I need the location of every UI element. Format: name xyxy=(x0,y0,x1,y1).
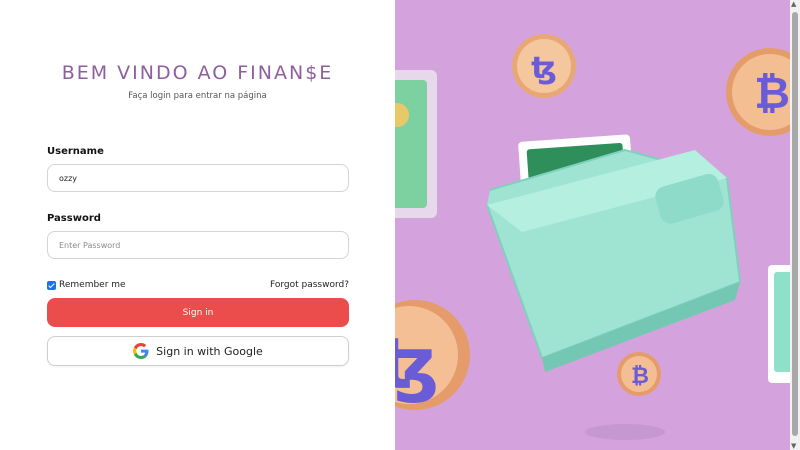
svg-text:₿: ₿ xyxy=(754,68,790,119)
password-input[interactable] xyxy=(47,231,349,259)
scrollbar-thumb[interactable] xyxy=(792,12,798,436)
card-right-icon xyxy=(768,265,790,383)
remember-me[interactable]: Remember me xyxy=(47,280,126,290)
google-icon xyxy=(133,343,149,359)
coin-tezos-top-icon: ꜩ xyxy=(512,34,576,98)
google-sign-in-label: Sign in with Google xyxy=(156,344,263,358)
username-input[interactable] xyxy=(47,164,349,192)
forgot-password-link[interactable]: Forgot password? xyxy=(270,280,349,290)
coin-tezos-bottom-icon: ꜩ xyxy=(395,300,470,410)
remember-checkbox[interactable] xyxy=(47,280,56,290)
password-label: Password xyxy=(47,213,101,224)
svg-text:₿: ₿ xyxy=(631,364,649,389)
scroll-up-icon[interactable]: ▲ xyxy=(791,0,796,8)
sign-in-button[interactable]: Sign in xyxy=(47,298,349,327)
login-panel: BEM VINDO AO FINAN$E Faça login para ent… xyxy=(0,0,395,450)
remember-label: Remember me xyxy=(59,280,126,290)
scroll-down-icon[interactable]: ▼ xyxy=(791,442,796,450)
wallet-crypto-illustration: ꜩ ₿ ꜩ ₿ xyxy=(395,34,790,440)
username-label: Username xyxy=(47,146,104,157)
wallet-icon xyxy=(486,134,742,372)
svg-text:ꜩ: ꜩ xyxy=(531,51,557,86)
page-subtitle: Faça login para entrar na página xyxy=(128,91,267,101)
page-title: BEM VINDO AO FINAN$E xyxy=(61,62,334,84)
hero-illustration: ꜩ ₿ ꜩ ₿ xyxy=(395,0,790,450)
coin-bitcoin-top-icon: ₿ xyxy=(726,48,790,136)
google-sign-in-button[interactable]: Sign in with Google xyxy=(47,336,349,366)
page-scrollbar[interactable]: ▲ ▼ xyxy=(790,0,800,450)
card-left-icon xyxy=(395,70,437,218)
svg-text:ꜩ: ꜩ xyxy=(395,323,439,405)
coin-bitcoin-small-icon: ₿ xyxy=(617,352,661,396)
